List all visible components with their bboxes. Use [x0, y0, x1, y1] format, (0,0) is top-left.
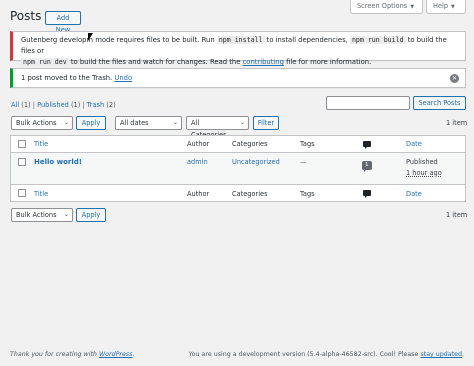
select-all-checkbox-bottom[interactable]: [18, 189, 26, 197]
select-all-checkbox[interactable]: [18, 140, 26, 148]
screen-options-label: Screen Options: [357, 2, 408, 10]
column-tags: Tags: [300, 140, 315, 148]
comment-count-badge[interactable]: 1: [362, 161, 372, 172]
post-status-views: All (1) | Published (1) | Trash (2): [11, 101, 116, 109]
table-header-row: Title Author Categories Tags Date: [11, 136, 465, 152]
notice-text: to install dependencies,: [266, 36, 348, 44]
items-count-bottom: 1 item: [446, 211, 468, 219]
apply-button-bottom[interactable]: Apply: [76, 208, 106, 222]
stay-updated-link[interactable]: stay updated: [420, 351, 462, 358]
column-author-bottom: Author: [187, 190, 210, 198]
footer-version-text: You are using a development version (5.4…: [188, 351, 419, 358]
trash-notice: 1 post moved to the Trash. Undo ✕: [10, 68, 466, 88]
comments-column-icon[interactable]: [363, 141, 371, 149]
notice-text: mode requires files to be built. Run: [95, 36, 215, 44]
items-count-top: 1 item: [446, 119, 468, 127]
column-date-sort-bottom[interactable]: Date: [406, 190, 422, 198]
apply-button-top[interactable]: Apply: [76, 116, 106, 130]
code-npm-run-build: npm run build: [349, 36, 406, 44]
table-row: Hello world! admin Uncategorized — 1 Pub…: [11, 153, 465, 184]
mouse-cursor-icon: [88, 33, 93, 41]
caret-down-icon: ▼: [451, 4, 455, 10]
view-all-link[interactable]: All: [11, 101, 19, 109]
view-published-link[interactable]: Published: [37, 101, 69, 109]
view-all-count: (1): [21, 101, 31, 109]
contributing-link[interactable]: contributing: [243, 58, 284, 66]
table-footer-row: Title Author Categories Tags Date: [11, 185, 465, 202]
code-npm-install: npm install: [216, 36, 265, 44]
wordpress-link[interactable]: WordPress: [99, 351, 133, 358]
dismiss-icon[interactable]: ✕: [450, 74, 459, 83]
notice-text: file for more information.: [286, 58, 372, 66]
bulk-actions-select-bottom[interactable]: Bulk Actions ⌄: [11, 208, 73, 222]
post-title-link[interactable]: Hello world!: [34, 158, 82, 166]
view-separator: |: [82, 101, 85, 109]
post-tags: —: [300, 158, 307, 166]
footer-version: You are using a development version (5.4…: [189, 351, 464, 358]
footer-thanks-text: Thank you for creating with: [10, 351, 97, 358]
column-categories-bottom: Categories: [232, 190, 268, 198]
page-title: Posts: [10, 9, 42, 23]
view-trash-count: (2): [106, 101, 116, 109]
view-published-count: (1): [70, 101, 81, 109]
posts-table: Title Author Categories Tags Date Hello …: [10, 135, 466, 202]
column-author: Author: [187, 140, 210, 148]
gutenberg-build-notice: Gutenberg developm mode requires files t…: [10, 31, 466, 66]
post-date: 1 hour ago: [406, 169, 442, 177]
column-date-sort[interactable]: Date: [406, 140, 422, 148]
help-tab[interactable]: Help ▼: [426, 0, 466, 14]
post-category-link[interactable]: Uncategorized: [232, 158, 280, 166]
column-categories: Categories: [232, 140, 268, 148]
screen-options-tab[interactable]: Screen Options ▼: [350, 0, 423, 14]
chevron-down-icon: ⌄: [172, 119, 178, 126]
add-new-button[interactable]: Add New: [45, 11, 81, 34]
undo-link[interactable]: Undo: [114, 74, 132, 82]
search-posts-button[interactable]: Search Posts: [413, 96, 466, 110]
bulk-actions-value: Bulk Actions: [16, 119, 57, 127]
filter-button[interactable]: Filter: [253, 116, 279, 130]
column-title-sort-bottom[interactable]: Title: [34, 190, 48, 198]
notice-text: Gutenberg developm: [21, 36, 94, 44]
row-checkbox[interactable]: [18, 158, 26, 166]
chevron-down-icon: ⌄: [63, 119, 69, 126]
caret-down-icon: ▼: [410, 4, 415, 10]
trash-notice-text: 1 post moved to the Trash.: [21, 74, 113, 82]
notice-line-1: Gutenberg developm mode requires files t…: [21, 35, 457, 57]
date-filter-value: All dates: [120, 119, 149, 127]
footer-thanks-period: .: [132, 351, 135, 358]
notice-line-2: npm run dev to build the files and watch…: [21, 57, 457, 68]
comments-column-icon-bottom[interactable]: [363, 190, 371, 198]
bulk-actions-select-top[interactable]: Bulk Actions ⌄: [11, 116, 73, 130]
post-status: Published: [406, 158, 438, 166]
code-npm-run-dev: npm run dev: [21, 58, 69, 66]
chevron-down-icon: ⌄: [239, 119, 245, 126]
post-author-link[interactable]: admin: [187, 158, 208, 166]
category-filter-select[interactable]: All Categories ⌄: [186, 116, 249, 139]
date-filter-select[interactable]: All dates ⌄: [115, 116, 182, 130]
search-input[interactable]: [326, 96, 410, 110]
help-label: Help: [433, 2, 449, 10]
column-tags-bottom: Tags: [300, 190, 315, 198]
chevron-down-icon: ⌄: [63, 211, 69, 218]
bulk-actions-value: Bulk Actions: [16, 211, 57, 219]
footer-thankyou: Thank you for creating with WordPress.: [10, 351, 134, 358]
view-separator: |: [32, 101, 35, 109]
notice-text: to build the files and watch for changes…: [70, 58, 241, 66]
column-title-sort[interactable]: Title: [34, 140, 48, 148]
footer-version-period: .: [461, 351, 464, 358]
view-trash-link[interactable]: Trash: [87, 101, 104, 109]
